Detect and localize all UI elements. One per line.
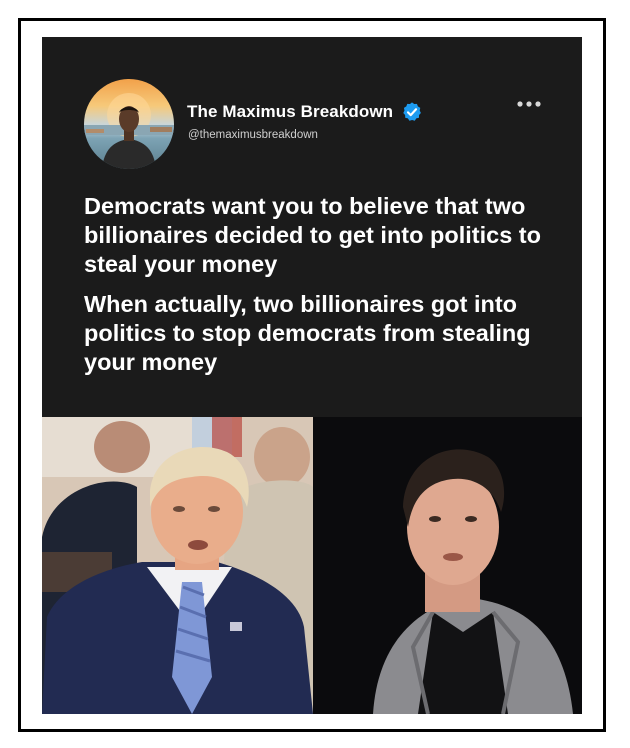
left-photo-illustration	[42, 417, 313, 714]
post-paragraph-1: Democrats want you to believe that two b…	[84, 193, 541, 277]
author-display-name[interactable]: The Maximus Breakdown	[187, 102, 393, 122]
verified-badge-icon	[401, 101, 423, 123]
avatar-photo	[84, 93, 174, 169]
left-photo[interactable]	[42, 417, 313, 714]
author-handle[interactable]: @themaximusbreakdown	[188, 129, 318, 141]
avatar[interactable]	[84, 79, 174, 169]
right-photo-illustration	[313, 417, 582, 714]
post-header: The Maximus Breakdown @themaximusbreakdo…	[42, 37, 582, 177]
author-name-row: The Maximus Breakdown	[187, 101, 423, 123]
right-photo[interactable]	[313, 417, 582, 714]
more-options-icon[interactable]	[514, 97, 544, 111]
post-body-text: Democrats want you to believe that two b…	[84, 192, 554, 377]
post-paragraph-2: When actually, two billionaires got into…	[84, 291, 531, 375]
post-card: The Maximus Breakdown @themaximusbreakdo…	[42, 37, 582, 714]
